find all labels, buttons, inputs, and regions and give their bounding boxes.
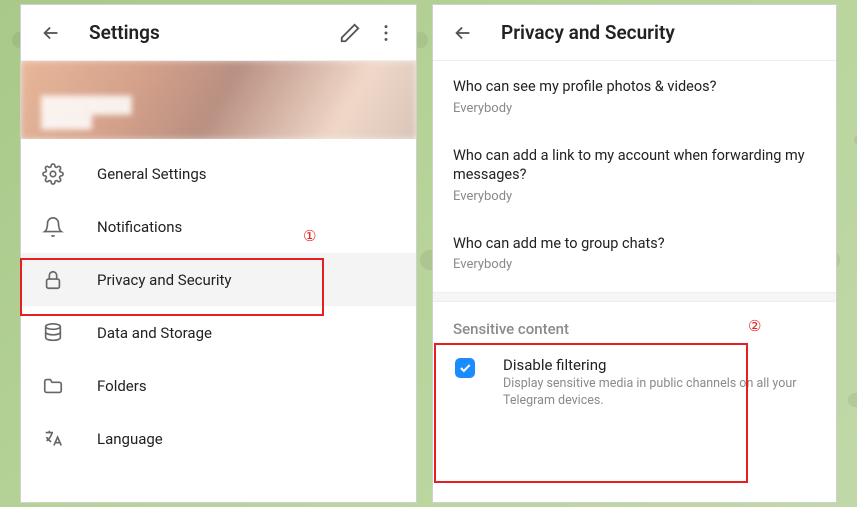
back-button[interactable] (445, 15, 481, 51)
more-button[interactable] (368, 15, 404, 51)
sensitive-content-header: Sensitive content (433, 302, 836, 346)
privacy-question: Who can see my profile photos & videos? (453, 77, 816, 97)
settings-title: Settings (89, 21, 332, 44)
database-icon (41, 321, 65, 345)
disable-filtering-title: Disable filtering (503, 356, 816, 374)
check-icon (458, 361, 472, 375)
annotation-number-2: ② (748, 317, 761, 335)
profile-banner[interactable]: ████████ ██████ (21, 61, 416, 139)
edit-button[interactable] (332, 15, 368, 51)
pencil-icon (339, 22, 361, 44)
settings-header: Settings (21, 5, 416, 61)
sidebar-item-data-storage[interactable]: Data and Storage (21, 306, 416, 359)
privacy-header: Privacy and Security (433, 5, 836, 61)
sidebar-item-language[interactable]: Language (21, 412, 416, 465)
folder-icon (41, 374, 65, 398)
back-button[interactable] (33, 15, 69, 51)
disable-filtering-checkbox[interactable] (455, 358, 475, 378)
privacy-item-group-chats[interactable]: Who can add me to group chats? Everybody (453, 218, 816, 287)
privacy-question: Who can add a link to my account when fo… (453, 146, 816, 185)
sidebar-item-notifications[interactable]: Notifications (21, 200, 416, 253)
annotation-number-1: ① (303, 227, 316, 245)
privacy-options-list: Who can see my profile photos & videos? … (433, 61, 836, 286)
arrow-left-icon (40, 22, 62, 44)
privacy-panel: Privacy and Security Who can see my prof… (432, 4, 837, 503)
bell-icon (41, 215, 65, 239)
arrow-left-icon (452, 22, 474, 44)
privacy-item-profile-photo[interactable]: Who can see my profile photos & videos? … (453, 61, 816, 130)
sidebar-item-label: Language (97, 430, 163, 448)
disable-filtering-row[interactable]: Disable filtering Display sensitive medi… (433, 346, 836, 420)
privacy-item-forward-link[interactable]: Who can add a link to my account when fo… (453, 130, 816, 218)
disable-filtering-desc: Display sensitive media in public channe… (503, 376, 816, 410)
sidebar-item-label: Data and Storage (97, 324, 212, 342)
privacy-title: Privacy and Security (501, 21, 824, 44)
sidebar-item-label: General Settings (97, 165, 207, 183)
privacy-value: Everybody (453, 101, 816, 116)
sidebar-item-general[interactable]: General Settings (21, 147, 416, 200)
sidebar-item-folders[interactable]: Folders (21, 359, 416, 412)
privacy-question: Who can add me to group chats? (453, 234, 816, 254)
language-icon (41, 427, 65, 451)
privacy-value: Everybody (453, 257, 816, 272)
settings-panel: Settings ████████ ██████ General Setting… (20, 4, 417, 503)
lock-icon (41, 268, 65, 292)
sidebar-item-privacy[interactable]: Privacy and Security (21, 253, 416, 306)
sidebar-item-label: Folders (97, 377, 147, 395)
gear-icon (41, 162, 65, 186)
section-divider (433, 292, 836, 302)
more-vertical-icon (375, 22, 397, 44)
sidebar-item-label: Notifications (97, 218, 182, 236)
sidebar-item-label: Privacy and Security (97, 271, 232, 289)
privacy-value: Everybody (453, 189, 816, 204)
settings-list: General Settings Notifications Privacy a… (21, 139, 416, 473)
